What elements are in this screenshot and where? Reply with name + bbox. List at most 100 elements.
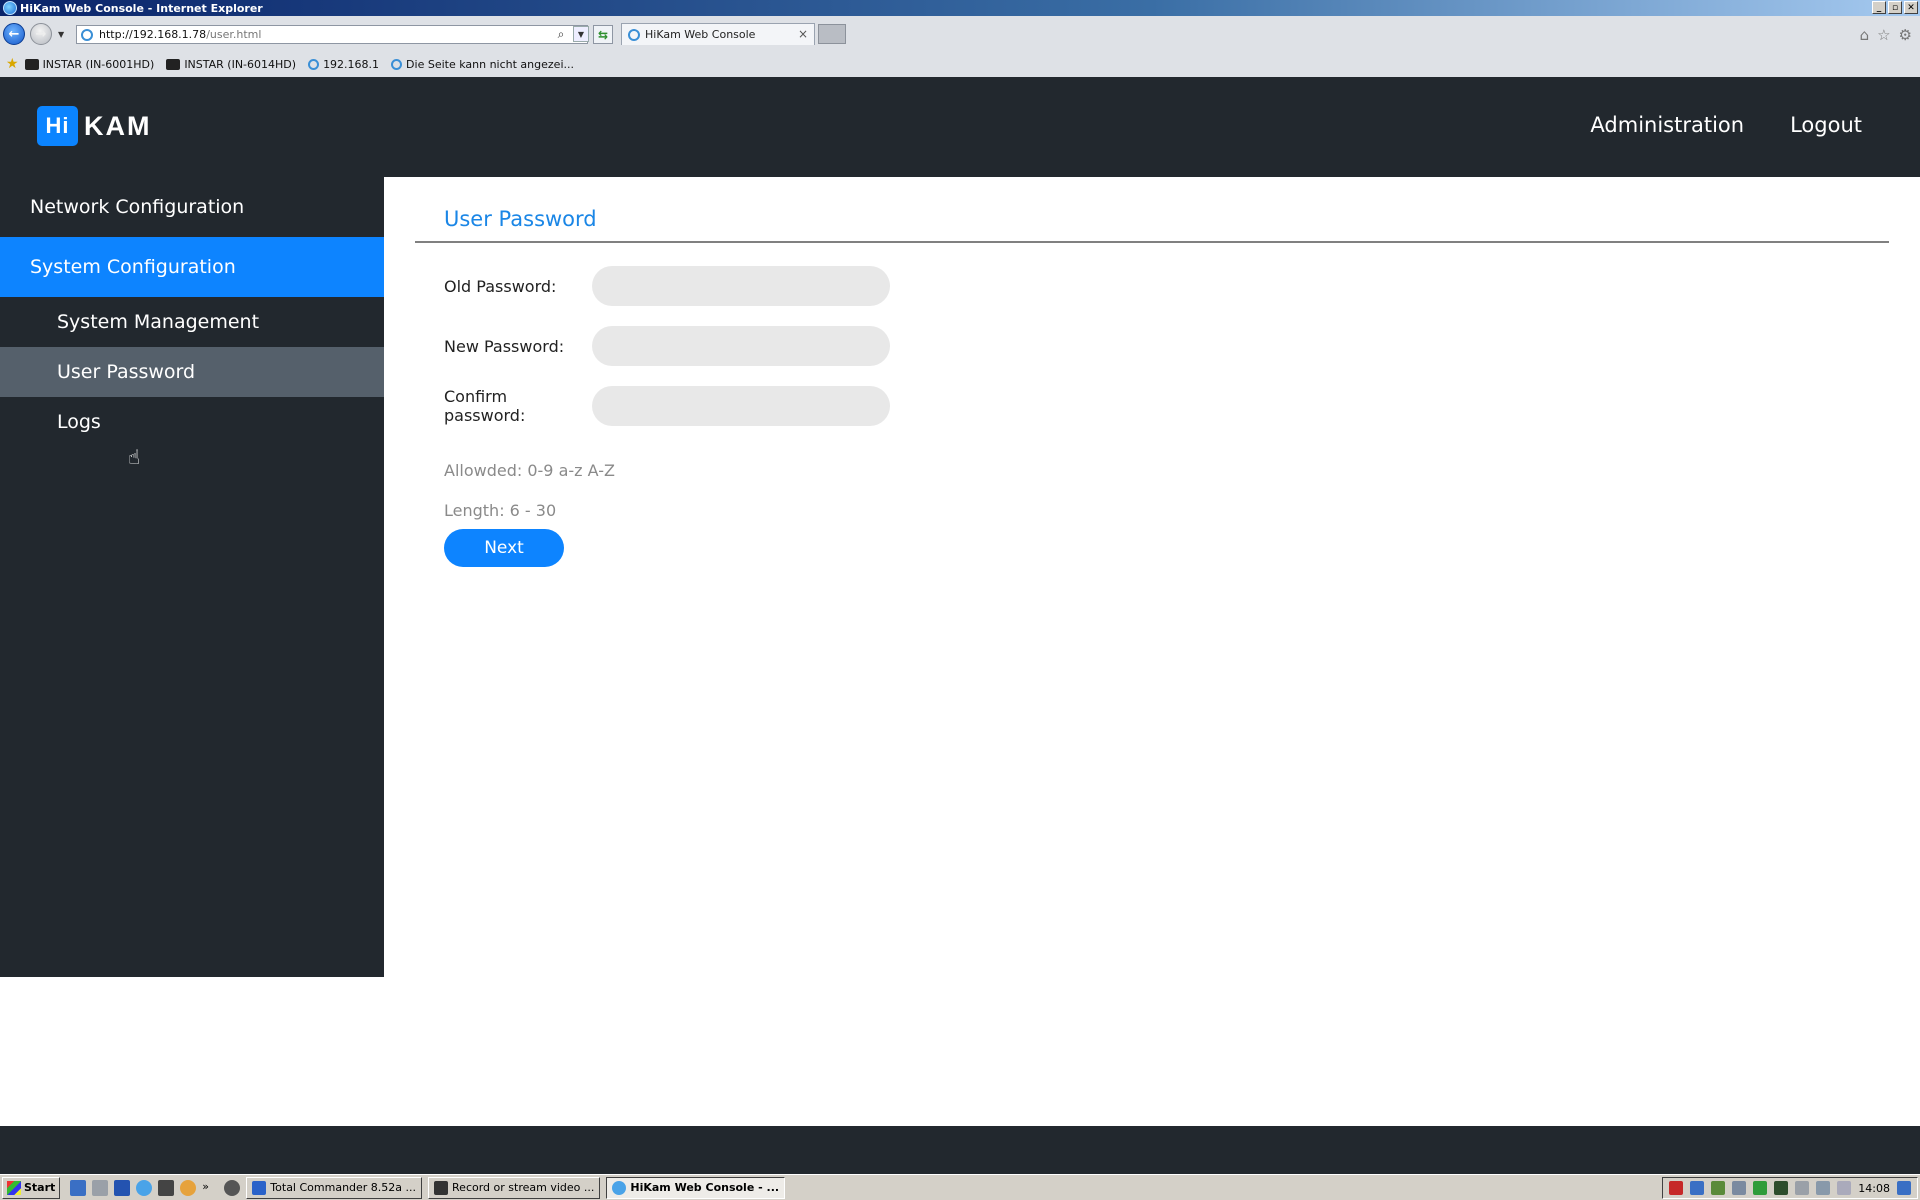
- sidebar-item-user-password[interactable]: User Password: [0, 347, 384, 397]
- window-title: HiKam Web Console - Internet Explorer: [20, 1, 263, 15]
- media-icon[interactable]: [92, 1179, 109, 1196]
- tab-close-icon[interactable]: ×: [798, 27, 808, 41]
- security-icon[interactable]: [1711, 1181, 1726, 1195]
- browser-toolbar: ← → ▼ http://192.168.1.78 /user.html ⌕ ▼…: [0, 16, 1920, 78]
- browser-right-icons: ⌂ ☆ ⚙: [1860, 26, 1912, 44]
- favorites-icon[interactable]: ★: [6, 56, 19, 72]
- web-page: Hi KAM Administration Logout Network Con…: [0, 77, 1920, 1126]
- logo-text: KAM: [84, 110, 152, 141]
- hand-cursor-icon: ☝: [128, 445, 141, 469]
- speaker-icon[interactable]: [1837, 1181, 1852, 1195]
- check-icon[interactable]: [1753, 1181, 1768, 1195]
- administration-link[interactable]: Administration: [1590, 113, 1744, 137]
- address-host: http://192.168.1.78: [99, 28, 207, 41]
- ie-page-icon: [308, 58, 320, 70]
- new-password-row: New Password:: [444, 326, 890, 366]
- taskbar-item-record-stream[interactable]: Record or stream video ...: [428, 1176, 601, 1199]
- windows-taskbar: Start » Total Commander 8.52a ... Record…: [0, 1174, 1920, 1200]
- display-icon[interactable]: [1816, 1181, 1831, 1195]
- ie-app-icon: [3, 1, 17, 15]
- title-divider: [415, 241, 1889, 243]
- show-desktop-icon[interactable]: [1897, 1181, 1911, 1195]
- logo-mark: Hi: [37, 106, 78, 146]
- taskbar-item-total-commander[interactable]: Total Commander 8.52a ...: [246, 1176, 423, 1199]
- chrome-icon[interactable]: [180, 1179, 197, 1196]
- navigation-row: ← → ▼ http://192.168.1.78 /user.html ⌕ ▼…: [0, 18, 1920, 48]
- minimize-button[interactable]: _: [1872, 1, 1886, 14]
- close-window-button[interactable]: ✕: [1904, 1, 1918, 14]
- acrobat-icon[interactable]: [1669, 1181, 1684, 1195]
- task-label: Total Commander 8.52a ...: [270, 1181, 417, 1194]
- taskbar-item-hikam[interactable]: HiKam Web Console - ...: [606, 1176, 786, 1199]
- recent-pages-dropdown-icon[interactable]: ▼: [58, 30, 64, 39]
- favorite-label: 192.168.1: [323, 57, 380, 71]
- new-tab-button[interactable]: [818, 24, 846, 44]
- next-button[interactable]: Next: [444, 529, 564, 567]
- confirm-password-label: Confirm password:: [444, 387, 526, 425]
- ie-icon[interactable]: [136, 1179, 153, 1196]
- header-nav: Administration Logout: [1590, 113, 1862, 137]
- console-icon: [434, 1180, 449, 1195]
- address-path: /user.html: [206, 28, 262, 41]
- sidebar-section-system-configuration[interactable]: System Configuration: [0, 237, 384, 297]
- sidebar-item-logs[interactable]: Logs: [0, 397, 384, 447]
- old-password-field[interactable]: [592, 266, 890, 306]
- address-bar[interactable]: http://192.168.1.78 /user.html: [76, 25, 588, 44]
- address-dropdown-icon[interactable]: ▼: [573, 26, 589, 42]
- more-chevron-icon[interactable]: »: [202, 1180, 218, 1196]
- window-title-bar: HiKam Web Console - Internet Explorer _ …: [0, 0, 1920, 16]
- ie-icon: [612, 1180, 627, 1195]
- confirm-password-field[interactable]: [592, 386, 890, 426]
- sidebar-item-system-management[interactable]: System Management: [0, 297, 384, 347]
- favorites-bar: ★ INSTAR (IN-6001HD) INSTAR (IN-6014HD) …: [0, 52, 1920, 76]
- old-password-label: Old Password:: [444, 276, 557, 296]
- hikam-logo[interactable]: Hi KAM: [37, 106, 152, 146]
- new-password-field[interactable]: [592, 326, 890, 366]
- desktop-icon[interactable]: [70, 1179, 87, 1196]
- search-icon[interactable]: ⌕: [553, 26, 569, 42]
- back-button[interactable]: ←: [3, 23, 25, 45]
- app-header: Hi KAM Administration Logout: [0, 77, 1920, 177]
- network-icon[interactable]: [1690, 1181, 1705, 1195]
- favorite-label: INSTAR (IN-6014HD): [184, 57, 297, 71]
- new-password-label: New Password:: [444, 336, 565, 356]
- sidebar-section-network-configuration[interactable]: Network Configuration: [0, 177, 384, 237]
- browser-tab[interactable]: HiKam Web Console ×: [621, 23, 815, 45]
- favorite-item[interactable]: INSTAR (IN-6001HD): [24, 57, 155, 71]
- window-controls: _ ▫ ✕: [1872, 1, 1918, 14]
- old-password-row: Old Password:: [444, 266, 890, 306]
- allowed-chars-hint: Allowded: 0-9 a-z A-Z: [444, 461, 615, 480]
- forward-button[interactable]: →: [30, 23, 52, 45]
- floppy-icon: [252, 1180, 267, 1195]
- logout-link[interactable]: Logout: [1790, 113, 1862, 137]
- app-tray-icon[interactable]: [1774, 1181, 1789, 1195]
- monitor-icon[interactable]: [1732, 1181, 1747, 1195]
- headphones-icon[interactable]: [224, 1179, 241, 1196]
- confirm-password-row: Confirm password:: [444, 386, 890, 426]
- task-label: Record or stream video ...: [452, 1181, 595, 1194]
- favorites-star-icon[interactable]: ☆: [1877, 26, 1890, 44]
- windows-flag-icon: [7, 1180, 21, 1195]
- clock[interactable]: 14:08: [1858, 1182, 1890, 1195]
- save-icon[interactable]: [114, 1179, 131, 1196]
- page-footer: [0, 1126, 1920, 1174]
- camera-icon: [24, 58, 39, 70]
- favorite-item[interactable]: Die Seite kann nicht angezei...: [391, 58, 574, 71]
- favorite-label: Die Seite kann nicht angezei...: [406, 57, 574, 71]
- refresh-icon[interactable]: ⇆: [593, 25, 613, 44]
- gear-icon[interactable]: ⚙: [1899, 26, 1912, 44]
- page-icon: [81, 28, 93, 41]
- camera-icon: [166, 58, 181, 70]
- home-icon[interactable]: ⌂: [1860, 26, 1870, 44]
- restore-button[interactable]: ▫: [1888, 1, 1902, 14]
- start-button[interactable]: Start: [2, 1176, 61, 1199]
- safely-remove-icon[interactable]: [1795, 1181, 1810, 1195]
- sidebar: Network Configuration System Configurati…: [0, 177, 384, 977]
- task-label: HiKam Web Console - ...: [630, 1181, 780, 1194]
- tool-icon[interactable]: [158, 1179, 175, 1196]
- favorite-item[interactable]: 192.168.1: [308, 58, 379, 71]
- tab-page-icon: [628, 28, 640, 41]
- favorite-item[interactable]: INSTAR (IN-6014HD): [166, 58, 296, 71]
- favorite-label: INSTAR (IN-6001HD): [42, 57, 155, 71]
- start-label: Start: [24, 1181, 56, 1194]
